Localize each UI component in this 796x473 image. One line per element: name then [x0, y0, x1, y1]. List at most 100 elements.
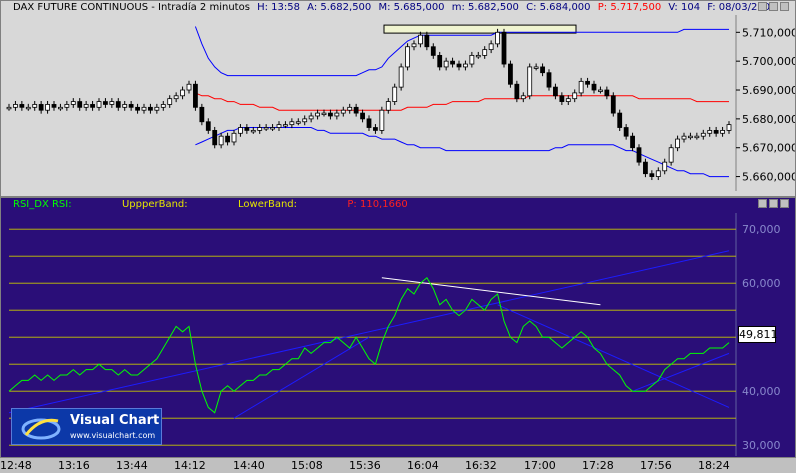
- price-candle-body: [598, 89, 603, 92]
- price-candle-body: [141, 106, 147, 111]
- time-tick-label: 16:32: [465, 459, 497, 472]
- price-candle-body: [128, 104, 134, 108]
- price-candle-body: [257, 127, 263, 131]
- rsi-y-tick-label: 40,000: [742, 385, 781, 398]
- price-candle-body: [700, 132, 706, 137]
- price-candle-body: [334, 112, 340, 117]
- price-candle-body: [109, 101, 115, 105]
- price-candle-body: [520, 95, 526, 100]
- time-tick-label: 15:08: [291, 459, 323, 472]
- price-y-tick-label: 5.670,000: [742, 142, 796, 155]
- price-candle-body: [585, 80, 590, 85]
- price-candle-body: [482, 49, 488, 56]
- price-candle-body: [713, 130, 719, 134]
- price-candle-body: [649, 173, 655, 177]
- logo-title: Visual Chart: [70, 413, 160, 428]
- time-tick-label: 18:24: [698, 459, 730, 472]
- price-candle-body: [167, 98, 173, 105]
- price-candle-body: [193, 83, 198, 108]
- price-candle-body: [115, 101, 121, 108]
- price-y-tick-label: 5.660,000: [742, 171, 796, 184]
- price-candle-body: [58, 106, 63, 110]
- price-candle-body: [430, 46, 436, 56]
- time-tick-label: 12:48: [0, 459, 32, 472]
- price-candle-body: [315, 112, 320, 117]
- price-candle-body: [360, 112, 365, 120]
- price-candle-body: [469, 54, 475, 65]
- price-candle-body: [379, 109, 385, 131]
- price-candle-body: [154, 106, 160, 111]
- price-candle-body: [411, 43, 417, 48]
- time-tick-label: 13:16: [58, 459, 90, 472]
- price-candle-body: [572, 92, 578, 100]
- price-candle-body: [675, 138, 680, 149]
- price-candle-body: [424, 34, 430, 48]
- price-candle-body: [263, 127, 269, 130]
- rsi-trend-line-rising: [8, 250, 730, 414]
- price-candle-body: [688, 135, 693, 139]
- price-candle-body: [283, 124, 288, 127]
- price-candle-body: [508, 63, 513, 85]
- price-candle-body: [559, 95, 565, 102]
- moving-average-line: [195, 92, 729, 111]
- price-candle-body: [90, 104, 95, 108]
- price-candle-body: [308, 115, 314, 120]
- price-candle-body: [148, 106, 153, 111]
- price-candle-body: [546, 72, 552, 88]
- price-candle-body: [212, 130, 218, 146]
- price-candle-body: [540, 66, 545, 74]
- price-candle-body: [225, 135, 230, 143]
- price-candle-body: [83, 104, 89, 108]
- bollinger-upper-line: [194, 26, 729, 77]
- price-candle-body: [353, 106, 359, 114]
- price-candle-body: [694, 135, 700, 139]
- price-y-tick-label: 5.700,000: [742, 55, 796, 68]
- price-chart-panel[interactable]: DAX FUTURE CONTINUOUS - Intradía 2 minut…: [0, 0, 796, 197]
- price-candle-body: [64, 104, 70, 108]
- price-candle-body: [495, 31, 500, 45]
- price-candle-body: [205, 121, 211, 131]
- price-y-tick-label: 5.710,000: [742, 26, 796, 39]
- price-candle-body: [643, 161, 648, 175]
- price-candle-body: [527, 66, 533, 97]
- bollinger-lower-line: [195, 127, 729, 178]
- price-candle-body: [328, 112, 333, 117]
- price-candle-body: [720, 130, 725, 134]
- price-candle-body: [488, 43, 494, 51]
- price-candle-body: [250, 130, 256, 133]
- swoosh-icon: [21, 418, 61, 440]
- price-candle-body: [295, 121, 301, 124]
- price-candle-body: [385, 101, 391, 111]
- price-candle-body: [51, 104, 57, 108]
- price-candle-body: [340, 109, 346, 114]
- price-candle-body: [655, 170, 661, 177]
- rsi-y-tick-label: 30,000: [742, 439, 781, 452]
- price-candle-body: [180, 89, 185, 97]
- visual-chart-logo: Visual Chart www.visualchart.com: [11, 408, 162, 445]
- time-tick-label: 14:12: [174, 459, 206, 472]
- price-candle-body: [199, 106, 205, 123]
- price-candle-body: [392, 86, 398, 102]
- time-tick-label: 14:40: [233, 459, 265, 472]
- price-candle-body: [231, 132, 237, 143]
- price-candle-body: [443, 60, 449, 68]
- price-candle-body: [321, 112, 327, 115]
- price-candle-body: [405, 46, 410, 68]
- price-candle-body: [591, 83, 597, 91]
- price-candle-body: [347, 106, 353, 111]
- price-candle-body: [96, 101, 102, 108]
- price-candle-body: [456, 63, 462, 68]
- price-candle-body: [103, 101, 108, 105]
- rsi-current-value-tag: 49,811: [738, 326, 778, 343]
- price-candle-body: [276, 124, 282, 128]
- time-axis: 12:48 13:16 13:44 14:12 14:40 15:08 15:36 16:04…: [0, 458, 796, 473]
- price-candle-body: [38, 104, 44, 111]
- price-candle-body: [437, 54, 443, 68]
- price-candle-body: [302, 118, 308, 123]
- price-candle-body: [6, 106, 12, 110]
- price-candle-body: [373, 127, 378, 131]
- price-candle-body: [13, 104, 18, 108]
- price-candle-body: [475, 54, 481, 58]
- price-candle-body: [238, 127, 243, 134]
- rsi-y-tick-label: 70,000: [742, 223, 781, 236]
